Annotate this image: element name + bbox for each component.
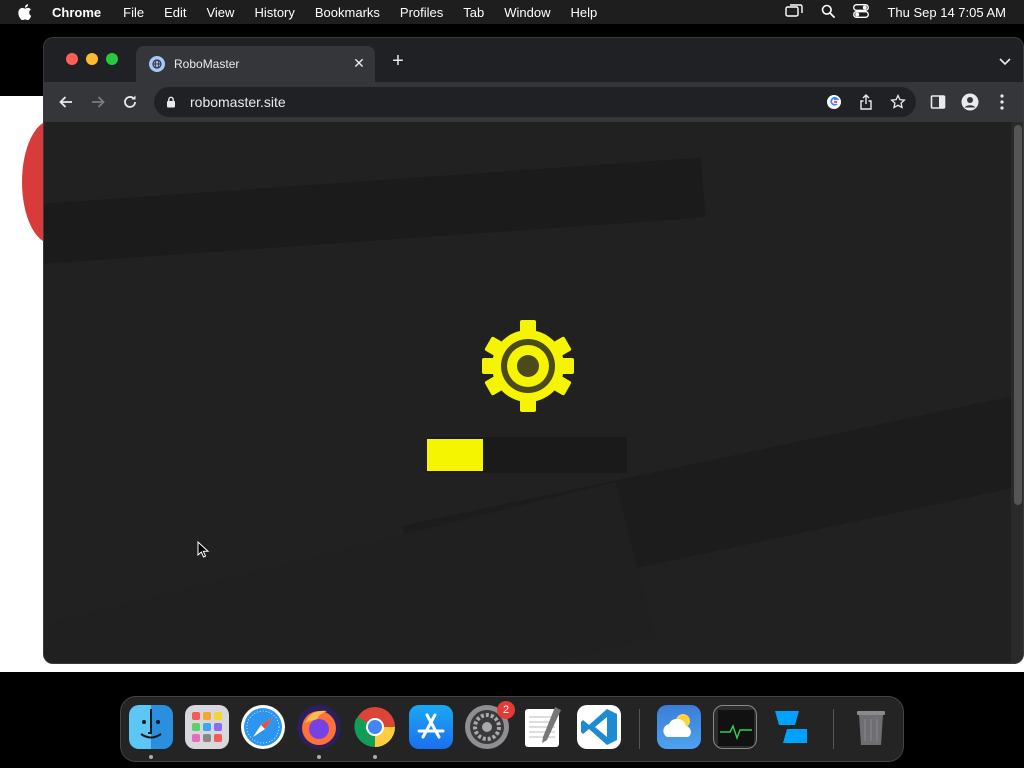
control-center-icon[interactable] (853, 3, 870, 21)
menu-app-name[interactable]: Chrome (52, 5, 101, 20)
mouse-cursor-icon (197, 541, 210, 558)
spotlight-icon[interactable] (821, 4, 836, 21)
tab-strip: RoboMaster ✕ + (44, 38, 1023, 82)
trash-icon[interactable] (849, 705, 893, 749)
profile-avatar-icon[interactable] (960, 92, 980, 112)
browser-window: RoboMaster ✕ + robomaster.site (43, 37, 1024, 664)
reload-icon (124, 95, 136, 108)
running-indicator (373, 755, 377, 759)
textedit-icon[interactable] (521, 705, 565, 749)
menu-clock[interactable]: Thu Sep 14 7:05 AM (887, 5, 1006, 20)
scrollbar-thumb[interactable] (1014, 125, 1022, 505)
dock: 2 (120, 696, 904, 762)
menu-history[interactable]: History (254, 5, 294, 20)
weather-icon[interactable] (657, 705, 701, 749)
app-store-icon[interactable] (409, 705, 453, 749)
address-bar[interactable]: robomaster.site (154, 87, 916, 117)
new-tab-button[interactable]: + (388, 51, 408, 71)
gear-icon (482, 320, 574, 412)
lock-icon[interactable] (166, 95, 178, 109)
tab-title: RoboMaster (174, 57, 240, 71)
menu-bookmarks[interactable]: Bookmarks (315, 5, 380, 20)
forward-button[interactable] (88, 92, 108, 112)
safari-icon[interactable] (241, 705, 285, 749)
window-close-button[interactable] (66, 53, 78, 65)
share-icon[interactable] (858, 94, 874, 110)
window-zoom-button[interactable] (106, 53, 118, 65)
back-arrow-icon (59, 96, 72, 108)
desktop-background (0, 24, 44, 96)
browser-toolbar: robomaster.site (44, 82, 1023, 122)
google-lens-icon[interactable] (826, 94, 842, 110)
tab-search-chevron-icon[interactable] (997, 53, 1013, 69)
bookmark-star-icon[interactable] (890, 94, 906, 110)
menu-help[interactable]: Help (571, 5, 598, 20)
menu-tab[interactable]: Tab (463, 5, 484, 20)
side-panel-icon[interactable] (928, 92, 948, 112)
loading-progress-fill (427, 439, 483, 471)
page-scrollbar[interactable] (1011, 122, 1023, 663)
activity-monitor-icon[interactable] (713, 705, 757, 749)
chrome-menu-icon[interactable] (992, 92, 1012, 112)
menu-file[interactable]: File (123, 5, 144, 20)
menu-bar: Chrome File Edit View History Bookmarks … (0, 0, 1024, 24)
launchpad-icon[interactable] (185, 705, 229, 749)
notification-badge: 2 (497, 701, 515, 719)
dock-separator (833, 709, 834, 749)
menu-edit[interactable]: Edit (164, 5, 186, 20)
background-shading (44, 157, 706, 267)
running-indicator (317, 755, 321, 759)
screen-mirroring-icon[interactable] (785, 3, 804, 21)
roblox-studio-icon[interactable] (769, 705, 813, 749)
menu-bar-status-area: Thu Sep 14 7:05 AM (785, 0, 1006, 24)
vscode-icon[interactable] (577, 705, 621, 749)
firefox-icon[interactable] (297, 705, 341, 749)
dock-separator (639, 709, 640, 749)
menu-profiles[interactable]: Profiles (400, 5, 443, 20)
chrome-icon[interactable] (353, 705, 397, 749)
background-shading (44, 481, 655, 663)
finder-icon[interactable] (129, 705, 173, 749)
page-viewport (44, 122, 1011, 663)
tab-close-icon[interactable]: ✕ (351, 55, 367, 71)
menu-view[interactable]: View (206, 5, 234, 20)
window-minimize-button[interactable] (86, 53, 98, 65)
site-favicon-icon (149, 56, 165, 72)
apple-menu-icon[interactable] (18, 4, 38, 20)
forward-arrow-icon (92, 96, 105, 108)
running-indicator (149, 755, 153, 759)
menu-window[interactable]: Window (504, 5, 550, 20)
back-button[interactable] (56, 92, 76, 112)
loading-progress-bar (427, 437, 627, 473)
address-text[interactable]: robomaster.site (190, 94, 286, 110)
tab-robomaster[interactable]: RoboMaster ✕ (136, 46, 375, 82)
reload-button[interactable] (120, 92, 140, 112)
